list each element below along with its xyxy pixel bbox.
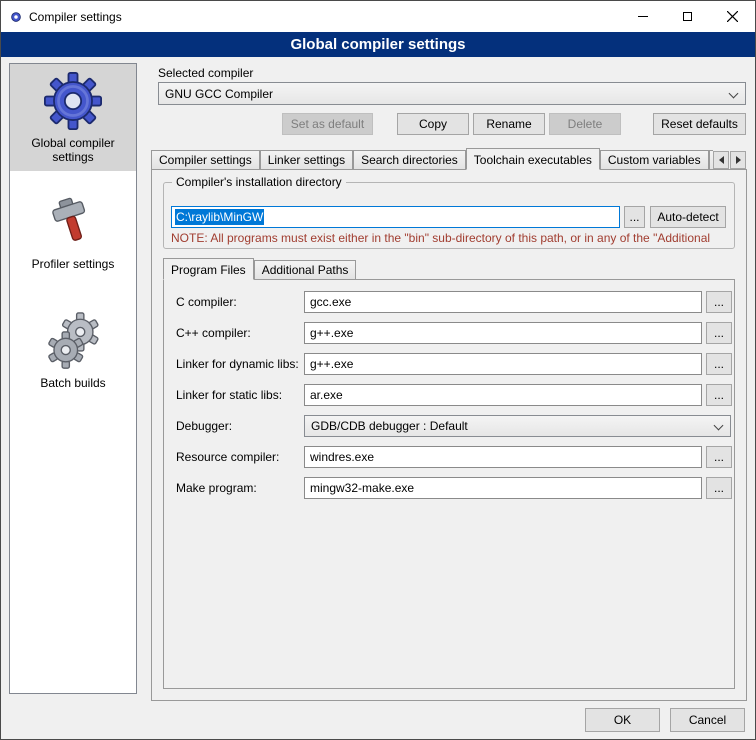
resource-compiler-input[interactable] — [304, 446, 702, 468]
profiler-tool-icon — [44, 193, 102, 251]
install-dir-input[interactable]: C:\raylib\MinGW — [171, 206, 620, 228]
app-icon — [9, 10, 23, 24]
main-tabstrip: Compiler settings Linker settings Search… — [151, 148, 713, 170]
page-title: Global compiler settings — [1, 32, 755, 57]
sidebar-item-label: Batch builds — [12, 376, 134, 390]
sidebar-item-label: Global compiler settings — [12, 136, 134, 164]
field-label: Linker for static libs: — [176, 384, 282, 407]
field-label: Make program: — [176, 477, 257, 500]
debugger-dropdown[interactable]: GDB/CDB debugger : Default — [304, 415, 731, 437]
sidebar-item-profiler-settings[interactable]: Profiler settings — [10, 185, 136, 278]
minimize-icon — [638, 16, 648, 17]
sidebar-item-batch-builds[interactable]: Batch builds — [10, 304, 136, 397]
set-as-default-button: Set as default — [282, 113, 373, 135]
chevron-left-icon — [719, 156, 724, 164]
minimize-button[interactable] — [620, 1, 665, 32]
install-dir-note: NOTE: All programs must exist either in … — [171, 231, 735, 245]
window-title: Compiler settings — [29, 10, 122, 24]
browse-button[interactable]: ... — [706, 353, 732, 375]
form-row-c-compiler: C compiler: ... — [163, 291, 735, 314]
form-row-dynamic-linker: Linker for dynamic libs: ... — [163, 353, 735, 376]
tab-search-directories[interactable]: Search directories — [353, 150, 466, 170]
tab-custom-variables[interactable]: Custom variables — [600, 150, 709, 170]
form-row-debugger: Debugger: GDB/CDB debugger : Default — [163, 415, 735, 438]
ok-button[interactable]: OK — [585, 708, 660, 732]
maximize-button[interactable] — [665, 1, 710, 32]
install-dir-value: C:\raylib\MinGW — [175, 209, 264, 225]
dynamic-linker-input[interactable] — [304, 353, 702, 375]
sidebar: Global compiler settings Profiler settin… — [9, 63, 137, 694]
c-compiler-input[interactable] — [304, 291, 702, 313]
auto-detect-button[interactable]: Auto-detect — [650, 206, 726, 228]
sidebar-item-global-compiler-settings[interactable]: Global compiler settings — [10, 64, 136, 171]
browse-button[interactable]: ... — [706, 291, 732, 313]
tab-linker-settings[interactable]: Linker settings — [260, 150, 353, 170]
chevron-right-icon — [736, 156, 741, 164]
browse-button[interactable]: ... — [706, 446, 732, 468]
selected-compiler-value: GNU GCC Compiler — [165, 87, 273, 101]
install-dir-group-title: Compiler's installation directory — [172, 175, 346, 189]
compiler-settings-dialog: Compiler settings Global compiler settin… — [0, 0, 756, 740]
close-icon — [727, 11, 738, 22]
program-tabstrip: Program Files Additional Paths — [163, 258, 463, 280]
debugger-value: GDB/CDB debugger : Default — [311, 419, 468, 433]
field-label: C compiler: — [176, 291, 237, 314]
chevron-down-icon — [714, 421, 724, 431]
cpp-compiler-input[interactable] — [304, 322, 702, 344]
maximize-icon — [683, 12, 692, 21]
field-label: Resource compiler: — [176, 446, 279, 469]
tab-program-files[interactable]: Program Files — [163, 258, 254, 280]
tab-toolchain-executables[interactable]: Toolchain executables — [466, 148, 600, 170]
form-row-resource-compiler: Resource compiler: ... — [163, 446, 735, 469]
title-bar: Compiler settings — [1, 1, 755, 32]
blue-gear-icon — [44, 72, 102, 130]
chevron-down-icon — [729, 89, 739, 99]
browse-button[interactable]: ... — [706, 384, 732, 406]
static-linker-input[interactable] — [304, 384, 702, 406]
copy-button[interactable]: Copy — [397, 113, 469, 135]
tab-additional-paths[interactable]: Additional Paths — [254, 260, 357, 280]
install-dir-browse-button[interactable]: ... — [624, 206, 645, 228]
selected-compiler-dropdown[interactable]: GNU GCC Compiler — [158, 82, 746, 105]
gray-gears-icon — [44, 312, 102, 370]
browse-button[interactable]: ... — [706, 322, 732, 344]
cancel-button[interactable]: Cancel — [670, 708, 745, 732]
make-program-input[interactable] — [304, 477, 702, 499]
browse-button[interactable]: ... — [706, 477, 732, 499]
close-button[interactable] — [710, 1, 755, 32]
rename-button[interactable]: Rename — [473, 113, 545, 135]
delete-button: Delete — [549, 113, 621, 135]
sidebar-item-label: Profiler settings — [12, 257, 134, 271]
reset-defaults-button[interactable]: Reset defaults — [653, 113, 746, 135]
field-label: Linker for dynamic libs: — [176, 353, 299, 376]
form-row-static-linker: Linker for static libs: ... — [163, 384, 735, 407]
tab-compiler-settings[interactable]: Compiler settings — [151, 150, 260, 170]
field-label: C++ compiler: — [176, 322, 251, 345]
form-row-make-program: Make program: ... — [163, 477, 735, 500]
field-label: Debugger: — [176, 415, 232, 438]
form-row-cpp-compiler: C++ compiler: ... — [163, 322, 735, 345]
tab-scroll-right-button[interactable] — [730, 151, 746, 169]
caption-buttons — [620, 1, 755, 32]
tab-scroll-left-button[interactable] — [713, 151, 729, 169]
selected-compiler-label: Selected compiler — [158, 66, 253, 80]
